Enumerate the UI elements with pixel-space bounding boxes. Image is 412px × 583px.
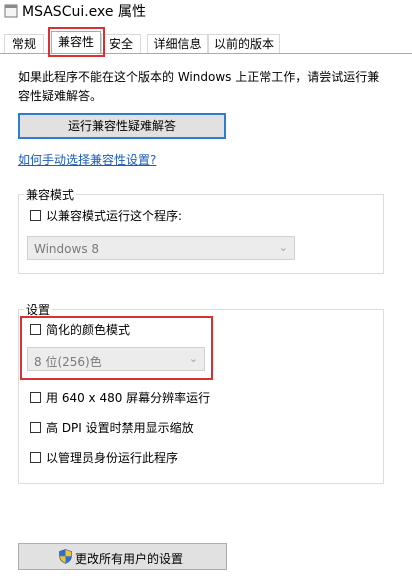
reduced-color-checkbox[interactable]: [30, 324, 41, 335]
tab-details[interactable]: 详细信息: [147, 34, 208, 53]
title-bar: MSASCui.exe 属性: [0, 0, 412, 30]
run-admin-checkbox[interactable]: [30, 452, 41, 463]
compat-mode-checkbox[interactable]: [30, 210, 41, 221]
compat-os-select[interactable]: Windows 8 ⌄: [27, 236, 295, 260]
high-dpi-checkbox[interactable]: [30, 422, 41, 433]
reduced-color-label[interactable]: 简化的颜色模式: [46, 321, 130, 338]
tab-compatibility[interactable]: 兼容性: [51, 31, 101, 54]
window-icon: [4, 4, 18, 18]
compat-description-line2: 容性疑难解答。: [18, 89, 103, 103]
high-dpi-label[interactable]: 高 DPI 设置时禁用显示缩放: [46, 419, 194, 436]
res-640-checkbox[interactable]: [30, 392, 41, 403]
uac-shield-icon: [59, 549, 72, 564]
compat-os-select-value: Windows 8: [34, 242, 100, 256]
chevron-down-icon: ⌄: [278, 241, 288, 254]
tab-divider: [0, 53, 412, 54]
chevron-down-icon: ⌄: [188, 352, 198, 365]
compat-mode-group-label: 兼容模式: [24, 186, 77, 203]
tab-security[interactable]: 安全: [101, 34, 141, 53]
run-admin-label[interactable]: 以管理员身份运行此程序: [46, 449, 178, 466]
color-depth-select-value: 8 位(256)色: [34, 355, 102, 369]
compat-description-line1: 如果此程序不能在这个版本的 Windows 上正常工作，请尝试运行兼: [18, 70, 380, 84]
manual-settings-link[interactable]: 如何手动选择兼容性设置?: [18, 151, 156, 168]
tab-previous-versions[interactable]: 以前的版本: [208, 34, 280, 53]
settings-group-label: 设置: [24, 301, 53, 318]
res-640-label[interactable]: 用 640 x 480 屏幕分辨率运行: [46, 389, 210, 406]
compat-description: 如果此程序不能在这个版本的 Windows 上正常工作，请尝试运行兼 容性疑难解…: [18, 68, 398, 106]
tab-strip: 常规 兼容性 安全 详细信息 以前的版本: [0, 30, 412, 54]
window-title: MSASCui.exe 属性: [22, 4, 146, 20]
change-all-users-label: 更改所有用户的设置: [75, 552, 184, 566]
compat-mode-checkbox-label[interactable]: 以兼容模式运行这个程序:: [46, 207, 182, 224]
compat-mode-group: [18, 194, 384, 274]
run-troubleshooter-button[interactable]: 运行兼容性疑难解答: [18, 113, 226, 139]
color-depth-select[interactable]: 8 位(256)色 ⌄: [27, 347, 205, 371]
change-all-users-button[interactable]: 更改所有用户的设置: [18, 543, 227, 570]
tab-general[interactable]: 常规: [4, 34, 44, 53]
